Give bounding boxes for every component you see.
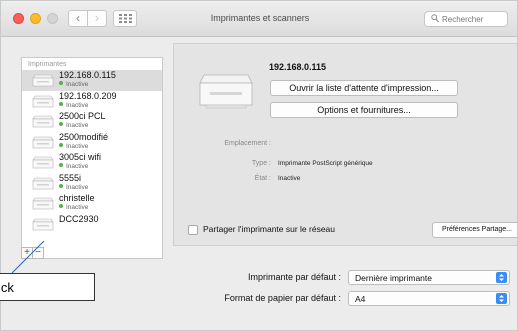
callout-text: ick: [0, 280, 14, 295]
callout-box: ick: [0, 273, 95, 301]
